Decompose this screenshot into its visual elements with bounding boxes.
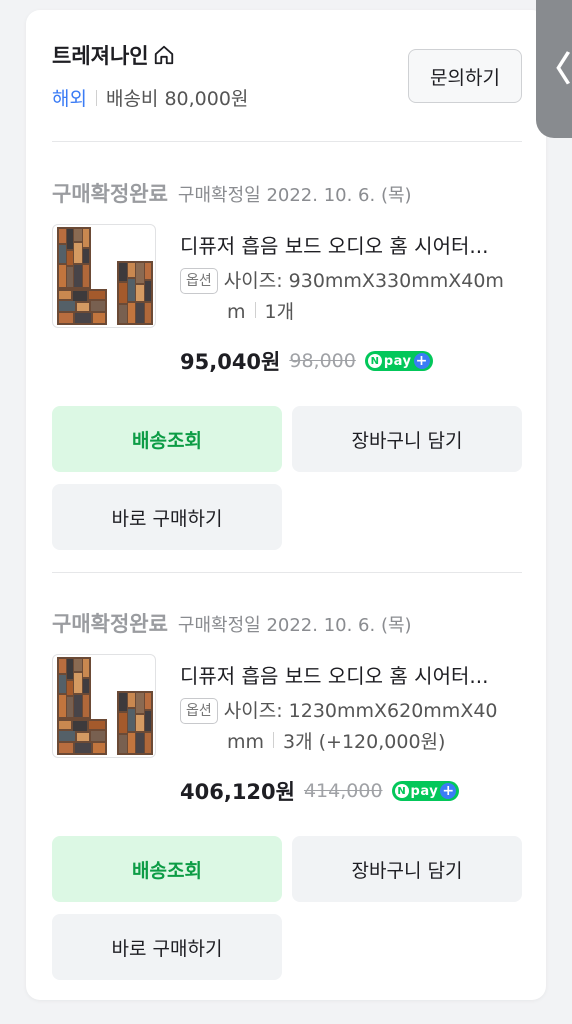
option-size-cont: mm bbox=[227, 731, 265, 753]
option-quantity: 3개 (+120,000원) bbox=[283, 731, 446, 753]
product-thumbnail[interactable] bbox=[52, 224, 156, 328]
product-option: 옵션 사이즈: 1230mmX620mmX40 mm 3개 (+120,000원) bbox=[180, 696, 526, 758]
original-price: 98,000 bbox=[289, 350, 356, 372]
npay-badge: N pay + bbox=[364, 351, 433, 371]
order-status-date: 구매확정일 2022. 10. 6. (목) bbox=[177, 185, 412, 206]
product-image bbox=[57, 657, 153, 755]
order-status-date: 구매확정일 2022. 10. 6. (목) bbox=[177, 615, 412, 636]
seller-name[interactable]: 트레져나인 bbox=[52, 40, 175, 70]
plus-icon: + bbox=[440, 783, 457, 799]
price: 406,120원 bbox=[180, 780, 295, 804]
home-icon bbox=[154, 45, 173, 65]
option-badge: 옵션 bbox=[180, 698, 218, 724]
divider bbox=[254, 302, 256, 318]
price-row: 95,040원 98,000 N pay + bbox=[180, 346, 433, 376]
plus-icon: + bbox=[413, 353, 430, 369]
price: 95,040원 bbox=[180, 350, 281, 374]
chevron-left-icon: 〈 bbox=[537, 49, 571, 90]
product-image bbox=[57, 227, 153, 325]
divider bbox=[273, 732, 275, 748]
add-to-cart-button[interactable]: 장바구니 담기 bbox=[292, 836, 522, 902]
order-status: 구매확정완료 bbox=[52, 182, 168, 206]
npay-badge: N pay + bbox=[391, 781, 460, 801]
divider bbox=[52, 141, 522, 142]
product-thumbnail[interactable] bbox=[52, 654, 156, 758]
option-size: 사이즈: 930mmX330mmX40m bbox=[223, 270, 504, 292]
delivery-tracking-button[interactable]: 배송조회 bbox=[52, 836, 282, 902]
npay-n-icon: N bbox=[367, 354, 382, 368]
seller-name-text[interactable]: 트레져나인 bbox=[52, 40, 149, 70]
divider bbox=[52, 572, 522, 573]
order-card: 트레져나인 해외 배송비 80,000원 문의하기 구매확정완료 구매확정일 2… bbox=[26, 10, 546, 1000]
product-title[interactable]: 디퓨저 흡음 보드 오디오 홈 시어터... bbox=[180, 230, 520, 259]
seller-meta: 해외 배송비 80,000원 bbox=[52, 84, 248, 111]
original-price: 414,000 bbox=[303, 780, 383, 802]
npay-label: pay bbox=[383, 353, 412, 369]
buy-now-button[interactable]: 바로 구매하기 bbox=[52, 484, 282, 550]
status-line: 구매확정완료 구매확정일 2022. 10. 6. (목) bbox=[52, 178, 412, 208]
order-status: 구매확정완료 bbox=[52, 612, 168, 636]
npay-n-icon: N bbox=[394, 784, 409, 798]
npay-label: pay bbox=[410, 783, 439, 799]
side-panel-toggle[interactable]: 〈 bbox=[536, 0, 572, 138]
option-size: 사이즈: 1230mmX620mmX40 bbox=[223, 700, 498, 722]
region-label: 해외 bbox=[52, 88, 87, 110]
shipping-fee: 배송비 80,000원 bbox=[105, 88, 249, 110]
add-to-cart-button[interactable]: 장바구니 담기 bbox=[292, 406, 522, 472]
divider bbox=[95, 89, 97, 106]
price-row: 406,120원 414,000 N pay + bbox=[180, 776, 460, 806]
buy-now-button[interactable]: 바로 구매하기 bbox=[52, 914, 282, 980]
option-badge: 옵션 bbox=[180, 268, 218, 294]
status-line: 구매확정완료 구매확정일 2022. 10. 6. (목) bbox=[52, 608, 412, 638]
product-option: 옵션 사이즈: 930mmX330mmX40m m 1개 bbox=[180, 266, 526, 328]
option-size-cont: m bbox=[227, 301, 246, 323]
product-title[interactable]: 디퓨저 흡음 보드 오디오 홈 시어터... bbox=[180, 660, 520, 689]
inquiry-button[interactable]: 문의하기 bbox=[408, 49, 522, 103]
option-quantity: 1개 bbox=[264, 301, 295, 323]
delivery-tracking-button[interactable]: 배송조회 bbox=[52, 406, 282, 472]
